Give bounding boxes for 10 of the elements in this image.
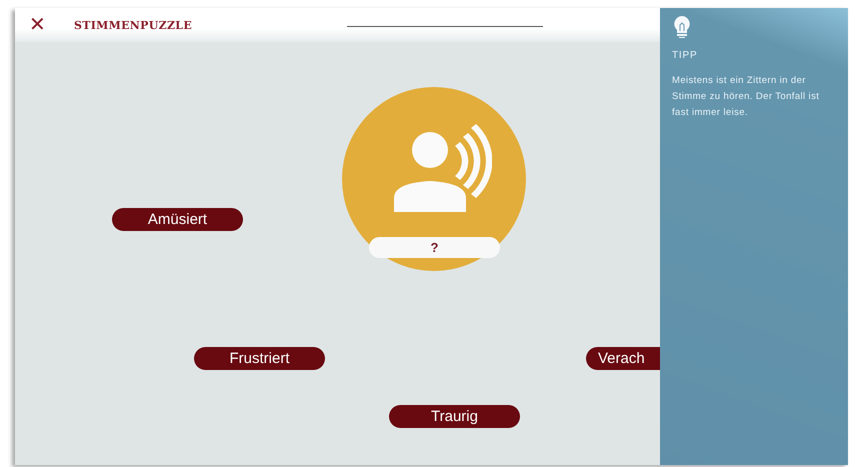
tip-text: Meistens ist ein Zittern in der Stimme zu hören. Der Tonfall ist fast immer leise. bbox=[672, 74, 820, 120]
close-icon[interactable]: ✕ bbox=[29, 15, 46, 35]
tip-title: TIPP bbox=[672, 50, 698, 61]
answer-slot: ? bbox=[369, 237, 500, 258]
answer-chip[interactable]: Amüsiert bbox=[112, 208, 243, 231]
answer-chip[interactable]: Verach bbox=[586, 347, 660, 370]
answer-chip[interactable]: Frustriert bbox=[194, 347, 325, 370]
answer-chip[interactable]: Traurig bbox=[389, 405, 520, 428]
lightbulb-icon bbox=[674, 16, 690, 38]
app-title: STIMMENPUZZLE bbox=[74, 18, 192, 32]
